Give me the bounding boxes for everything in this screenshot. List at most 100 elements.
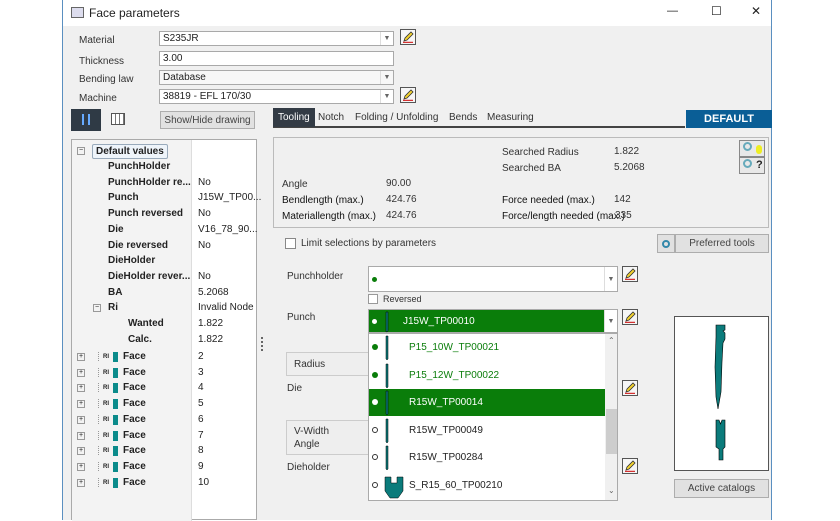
edit-machine-button[interactable] xyxy=(400,87,416,103)
splitter-handle[interactable] xyxy=(261,337,263,351)
punch-option-label: R15W_TP00014 xyxy=(409,397,483,408)
face-number: 2 xyxy=(198,351,204,362)
face-number: 7 xyxy=(198,429,204,441)
tree-row-face[interactable]: + RI Face 9 xyxy=(72,459,257,475)
tree-row-key: Die xyxy=(108,223,124,235)
punch-option[interactable]: S_R15_60_TP00210 xyxy=(369,472,605,499)
tree-row[interactable]: DieHolder xyxy=(72,253,257,269)
expand-icon[interactable]: + xyxy=(77,462,85,471)
maximize-button[interactable]: ☐ xyxy=(711,4,722,18)
material-select[interactable]: S235JR ▼ xyxy=(159,31,394,46)
tree-row[interactable]: Die V16_78_90... xyxy=(72,222,258,238)
scroll-thumb[interactable] xyxy=(606,409,617,454)
expand-icon[interactable]: + xyxy=(77,384,85,393)
searched-radius-value: 1.822 xyxy=(614,146,640,157)
punch-option[interactable]: R15W_TP00284 xyxy=(369,444,605,471)
tree-row[interactable]: − Ri Invalid Node xyxy=(72,300,257,316)
close-button[interactable]: ✕ xyxy=(751,4,761,18)
info-panel: Searched Radius 1.822 Searched BA 5.2068… xyxy=(273,137,769,228)
tree-row-face[interactable]: + RI Face 7 xyxy=(72,428,257,444)
face-label: Face xyxy=(123,460,146,472)
tree-row-face[interactable]: + RI Face 2 xyxy=(72,349,257,365)
bending-law-select[interactable]: Database ▼ xyxy=(159,70,394,85)
tab-folding-unfolding[interactable]: Folding / Unfolding xyxy=(350,108,443,127)
material-value: S235JR xyxy=(163,33,199,44)
tree-row[interactable]: DieHolder rever... No xyxy=(72,269,257,285)
edit-die-button[interactable] xyxy=(622,380,638,396)
tree-root-default-values[interactable]: Default values xyxy=(92,144,168,159)
tree-row[interactable]: Wanted 1.822 xyxy=(72,316,257,332)
punch-option-label: R15W_TP00049 xyxy=(409,424,483,436)
punch-select[interactable]: J15W_TP00010 ▼ xyxy=(368,309,618,333)
tree-row[interactable]: PunchHolder xyxy=(72,159,257,175)
tree-row-face[interactable]: + RI Face 8 xyxy=(72,443,257,459)
table-view-tab[interactable] xyxy=(111,113,125,125)
tree-row[interactable]: BA 5.2068 xyxy=(72,285,257,301)
collapse-icon[interactable]: − xyxy=(77,147,85,155)
preferred-refresh-button[interactable] xyxy=(657,234,675,253)
preferred-tools-button[interactable]: Preferred tools xyxy=(675,234,769,253)
show-hide-drawing-button[interactable]: Show/Hide drawing xyxy=(160,111,255,129)
tab-notch[interactable]: Notch xyxy=(313,108,349,127)
search-help-button[interactable]: ? xyxy=(739,157,765,174)
title-bar: Face parameters — ☐ ✕ xyxy=(63,0,771,26)
edit-dieholder-button[interactable] xyxy=(622,458,638,474)
expand-icon[interactable]: + xyxy=(77,415,85,424)
tree-view-tab[interactable] xyxy=(71,109,101,131)
angle-label: Angle xyxy=(282,179,308,190)
thickness-input[interactable]: 3.00 xyxy=(159,51,394,66)
active-catalogs-button[interactable]: Active catalogs xyxy=(674,479,769,498)
chevron-down-icon[interactable]: ▼ xyxy=(380,32,393,45)
limit-checkbox[interactable] xyxy=(285,238,296,249)
tree-row[interactable]: Punch reversed No xyxy=(72,206,257,222)
reversed-label: Reversed xyxy=(383,294,422,304)
punch-option[interactable]: P15_12W_TP00022 xyxy=(369,362,605,389)
search-database-button[interactable] xyxy=(739,140,765,157)
tree-row-face[interactable]: + RI Face 3 xyxy=(72,365,257,381)
tree-row-face[interactable]: + RI Face 4 xyxy=(72,380,257,396)
tree-row[interactable]: Calc. 1.822 xyxy=(72,332,257,348)
tree-row[interactable]: PunchHolder re... No xyxy=(72,175,257,191)
minimize-button[interactable]: — xyxy=(667,5,678,17)
tab-tooling[interactable]: Tooling xyxy=(273,108,315,127)
edit-punchholder-button[interactable] xyxy=(622,266,638,282)
punch-option[interactable]: P15_10W_TP00021 xyxy=(369,334,605,361)
chevron-down-icon[interactable]: ▼ xyxy=(380,90,393,103)
expand-icon[interactable]: + xyxy=(77,478,85,487)
tab-bends[interactable]: Bends xyxy=(444,108,482,127)
reversed-checkbox[interactable] xyxy=(368,294,378,304)
punch-option[interactable]: R15W_TP00049 xyxy=(369,417,605,444)
tree-row[interactable]: Punch J15W_TP00... xyxy=(72,190,261,206)
dropdown-scrollbar[interactable]: ⌃ ⌄ xyxy=(605,334,617,500)
punchholder-select[interactable]: ▼ xyxy=(368,266,618,292)
expand-icon[interactable]: + xyxy=(77,447,85,456)
tool-icon xyxy=(113,399,118,410)
tree-row[interactable]: Die reversed No xyxy=(72,238,257,254)
edit-punch-button[interactable] xyxy=(622,309,638,325)
chevron-down-icon[interactable]: ▼ xyxy=(604,267,617,291)
tree-row-key: Ri xyxy=(108,302,118,314)
expand-icon[interactable]: + xyxy=(77,353,85,361)
chevron-down-icon[interactable]: ▼ xyxy=(604,310,617,332)
chevron-down-icon[interactable]: ▼ xyxy=(380,71,393,84)
expand-icon[interactable]: + xyxy=(77,400,85,409)
tree-row-value: 1.822 xyxy=(198,333,224,345)
punch-option[interactable]: R15W_TP00014 xyxy=(369,389,605,416)
warning-icon xyxy=(98,367,100,377)
tab-measuring[interactable]: Measuring xyxy=(482,108,539,127)
collapse-icon[interactable]: − xyxy=(93,304,101,313)
machine-select[interactable]: 38819 - EFL 170/30 ▼ xyxy=(159,89,394,104)
tool-icon xyxy=(113,414,118,425)
scroll-down-icon[interactable]: ⌄ xyxy=(608,486,615,495)
punch-dropdown-list: P15_10W_TP00021 P15_12W_TP00022 R15W_TP000… xyxy=(368,333,618,501)
tree-row-value: V16_78_90... xyxy=(198,223,258,235)
expand-icon[interactable]: + xyxy=(77,368,85,377)
tree-row-face[interactable]: + RI Face 5 xyxy=(72,396,257,412)
tree-row-face[interactable]: + RI Face 10 xyxy=(72,475,257,491)
face-label: Face xyxy=(123,445,146,457)
punch-tool-icon xyxy=(385,335,389,361)
tree-row-face[interactable]: + RI Face 6 xyxy=(72,412,257,428)
expand-icon[interactable]: + xyxy=(77,431,85,440)
scroll-up-icon[interactable]: ⌃ xyxy=(608,336,615,345)
edit-material-button[interactable] xyxy=(400,29,416,45)
